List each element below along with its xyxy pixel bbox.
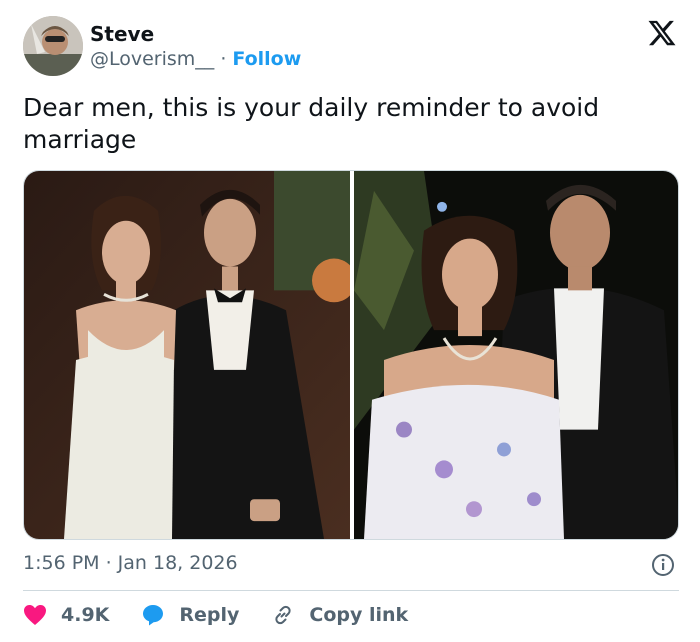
reply-button[interactable]: Reply bbox=[141, 603, 239, 627]
avatar[interactable] bbox=[23, 16, 83, 76]
speech-bubble-icon bbox=[143, 605, 164, 626]
tweet-card: Steve @Loverism__ · Follow Dear men, this … bbox=[0, 0, 700, 642]
like-count: 4.9K bbox=[61, 604, 110, 626]
heart-icon bbox=[24, 605, 46, 625]
photo-right[interactable] bbox=[354, 171, 678, 539]
divider bbox=[23, 590, 679, 591]
user-handle[interactable]: @Loverism__ bbox=[90, 48, 214, 70]
media-container[interactable] bbox=[23, 170, 679, 540]
copy-link-button[interactable]: Copy link bbox=[271, 603, 408, 627]
action-bar: 4.9K Reply Copy link bbox=[23, 600, 440, 630]
handle-row: @Loverism__ · Follow bbox=[90, 48, 301, 70]
link-icon bbox=[275, 605, 292, 625]
photo-right-image bbox=[354, 171, 678, 539]
copy-link-label: Copy link bbox=[309, 604, 409, 626]
photo-left-image bbox=[24, 171, 350, 539]
tweet-text: Dear men, this is your daily reminder to… bbox=[23, 93, 600, 154]
x-logo-icon[interactable] bbox=[647, 18, 677, 48]
avatar-image bbox=[23, 16, 83, 76]
display-name[interactable]: Steve bbox=[90, 22, 154, 46]
photo-left[interactable] bbox=[24, 171, 350, 539]
info-icon[interactable] bbox=[651, 553, 675, 577]
follow-button[interactable]: Follow bbox=[232, 48, 301, 70]
reply-label: Reply bbox=[179, 604, 240, 626]
tweet-timestamp[interactable]: 1:56 PM · Jan 18, 2026 bbox=[23, 552, 238, 574]
like-button[interactable]: 4.9K bbox=[23, 604, 109, 626]
separator-dot: · bbox=[220, 48, 227, 70]
